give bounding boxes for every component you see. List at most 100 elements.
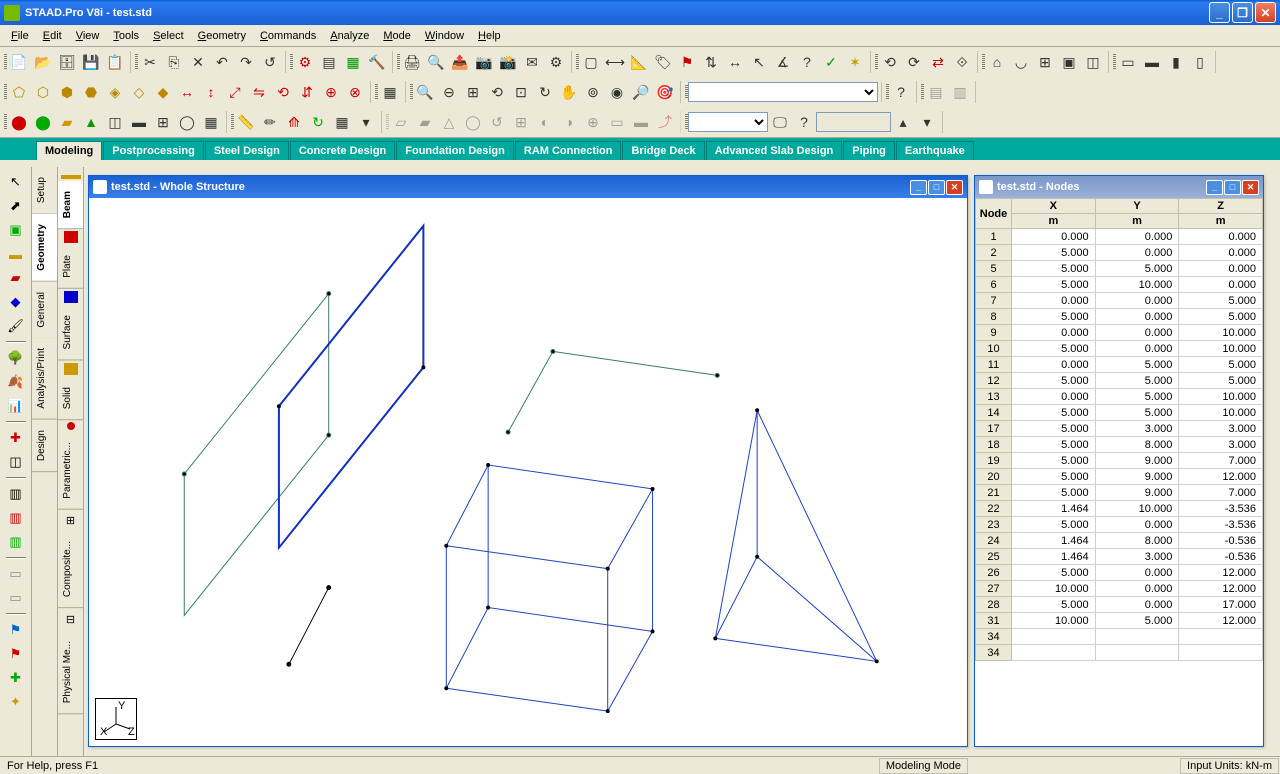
- save-icon[interactable]: 💾: [80, 51, 102, 73]
- beam-sel-icon[interactable]: ▬: [5, 243, 27, 265]
- nodes-window[interactable]: test.std - Nodes _ □ ✕ Node X Y Z: [974, 175, 1264, 747]
- select-tool-icon[interactable]: ⬈: [5, 195, 27, 217]
- menu-window[interactable]: Window: [418, 28, 471, 44]
- tab-foundation[interactable]: Foundation Design: [396, 141, 514, 160]
- redo-icon[interactable]: ↷: [235, 51, 257, 73]
- tree3-icon[interactable]: 📊: [5, 395, 27, 417]
- config-icon[interactable]: ⚙: [545, 51, 567, 73]
- pan-icon[interactable]: ✋: [558, 81, 580, 103]
- vtab-composite[interactable]: Composite...: [58, 531, 83, 608]
- node-tool-icon[interactable]: ⬤: [8, 111, 30, 133]
- view4-icon[interactable]: ▣: [1058, 51, 1080, 73]
- circle-tool-icon[interactable]: ◯: [176, 111, 198, 133]
- view2-icon[interactable]: ◡: [1010, 51, 1032, 73]
- bar1-icon[interactable]: ▥: [5, 483, 27, 505]
- nodes-close-button[interactable]: ✕: [1242, 180, 1259, 195]
- rotate-icon[interactable]: ⟲: [272, 81, 294, 103]
- report-icon[interactable]: 📋: [104, 51, 126, 73]
- tab-ram[interactable]: RAM Connection: [515, 141, 622, 160]
- cut-icon[interactable]: ✂: [139, 51, 161, 73]
- table-row[interactable]: 10.0000.0000.000: [976, 229, 1263, 245]
- center-icon[interactable]: ⊕: [320, 81, 342, 103]
- vtab-geometry[interactable]: Geometry: [32, 214, 57, 282]
- axis-z-icon[interactable]: ⤢: [224, 81, 246, 103]
- col-y[interactable]: Y: [1095, 199, 1179, 214]
- link1-icon[interactable]: ⟲: [879, 51, 901, 73]
- table-row[interactable]: 90.0000.00010.000: [976, 325, 1263, 341]
- view1-icon[interactable]: ⌂: [986, 51, 1008, 73]
- angle-icon[interactable]: ∡: [772, 51, 794, 73]
- wall-tool-icon[interactable]: ▬: [128, 111, 150, 133]
- iso4-icon[interactable]: ⬣: [80, 81, 102, 103]
- doc1-icon[interactable]: ▤: [925, 81, 947, 103]
- flip-icon[interactable]: ⇵: [296, 81, 318, 103]
- cursor-tool-icon[interactable]: ↖: [5, 171, 27, 193]
- plate-tool-icon[interactable]: ▰: [56, 111, 78, 133]
- view5-icon[interactable]: ◫: [1082, 51, 1104, 73]
- table-row[interactable]: 3110.0005.00012.000: [976, 613, 1263, 629]
- erase-icon[interactable]: ◫: [5, 451, 27, 473]
- close-button[interactable]: ✕: [1255, 2, 1276, 23]
- table-row[interactable]: 185.0008.0003.000: [976, 437, 1263, 453]
- measure-icon[interactable]: 📏: [235, 111, 257, 133]
- spin-icon[interactable]: ◉: [606, 81, 628, 103]
- zoom-dyn-icon[interactable]: ↻: [534, 81, 556, 103]
- list-icon[interactable]: ▤: [318, 51, 340, 73]
- nodes-max-button[interactable]: □: [1224, 180, 1241, 195]
- iso6-icon[interactable]: ◇: [128, 81, 150, 103]
- zoom-in-icon[interactable]: 🔍: [414, 81, 436, 103]
- table-row[interactable]: 221.46410.000-3.536: [976, 501, 1263, 517]
- bflag1-icon[interactable]: ⚑: [5, 619, 27, 641]
- iso3-icon[interactable]: ⬢: [56, 81, 78, 103]
- preview-icon[interactable]: 🔍: [425, 51, 447, 73]
- compass-icon[interactable]: ✏: [259, 111, 281, 133]
- extra2-icon[interactable]: ▬: [1141, 51, 1163, 73]
- surface-tool-icon[interactable]: ◫: [104, 111, 126, 133]
- vtab-design[interactable]: Design: [32, 420, 57, 472]
- solid-tool-icon[interactable]: ▲: [80, 111, 102, 133]
- filter-icon[interactable]: ⇅: [700, 51, 722, 73]
- bar3-icon[interactable]: ▥: [5, 531, 27, 553]
- table-row[interactable]: 70.0000.0005.000: [976, 293, 1263, 309]
- find-icon[interactable]: 🔎: [630, 81, 652, 103]
- solid-sel-icon[interactable]: ◆: [5, 291, 27, 313]
- beam-tool-icon[interactable]: ⬤: [32, 111, 54, 133]
- extra4-icon[interactable]: ▯: [1189, 51, 1211, 73]
- tree2-icon[interactable]: 🍂: [5, 371, 27, 393]
- screen-icon[interactable]: 🖵: [769, 111, 791, 133]
- tab-slab[interactable]: Advanced Slab Design: [706, 141, 843, 160]
- structure-viewport[interactable]: YXZ: [89, 198, 967, 746]
- value-input[interactable]: [816, 112, 891, 132]
- mesh-tool-icon[interactable]: ⊞: [152, 111, 174, 133]
- table-row[interactable]: 65.00010.0000.000: [976, 277, 1263, 293]
- zoom-out-icon[interactable]: ⊖: [438, 81, 460, 103]
- axis-y-icon[interactable]: ↕: [200, 81, 222, 103]
- tab-piping[interactable]: Piping: [843, 141, 895, 160]
- vtab-plate[interactable]: Plate: [58, 245, 83, 289]
- tab-earthquake[interactable]: Earthquake: [896, 141, 974, 160]
- doc2-icon[interactable]: ▥: [949, 81, 971, 103]
- mirror-icon[interactable]: ⇋: [248, 81, 270, 103]
- vtab-beam[interactable]: Beam: [58, 181, 83, 229]
- iso7-icon[interactable]: ◆: [152, 81, 174, 103]
- table-row[interactable]: 285.0000.00017.000: [976, 597, 1263, 613]
- vtab-setup[interactable]: Setup: [32, 167, 57, 214]
- origin-icon[interactable]: ⊗: [344, 81, 366, 103]
- menu-edit[interactable]: Edit: [36, 28, 69, 44]
- down-icon[interactable]: ▾: [355, 111, 377, 133]
- table-row[interactable]: 215.0009.0007.000: [976, 485, 1263, 501]
- calc-icon[interactable]: ⚙: [294, 51, 316, 73]
- redo2-icon[interactable]: ↺: [259, 51, 281, 73]
- vtab-solid[interactable]: Solid: [58, 377, 83, 420]
- new-icon[interactable]: 📄: [8, 51, 30, 73]
- nodes-table-body[interactable]: Node X Y Z m m m 10.0000.0000.00025.0000…: [975, 198, 1263, 746]
- send-icon[interactable]: ✉: [521, 51, 543, 73]
- table-row[interactable]: 175.0003.0003.000: [976, 421, 1263, 437]
- vtab-general[interactable]: General: [32, 282, 57, 339]
- table-row[interactable]: 195.0009.0007.000: [976, 453, 1263, 469]
- maximize-button[interactable]: ❐: [1232, 2, 1253, 23]
- flag-icon[interactable]: ⚑: [676, 51, 698, 73]
- tag-icon[interactable]: 🏷: [652, 51, 674, 73]
- table-row[interactable]: 25.0000.0000.000: [976, 245, 1263, 261]
- table-row[interactable]: 241.4648.000-0.536: [976, 533, 1263, 549]
